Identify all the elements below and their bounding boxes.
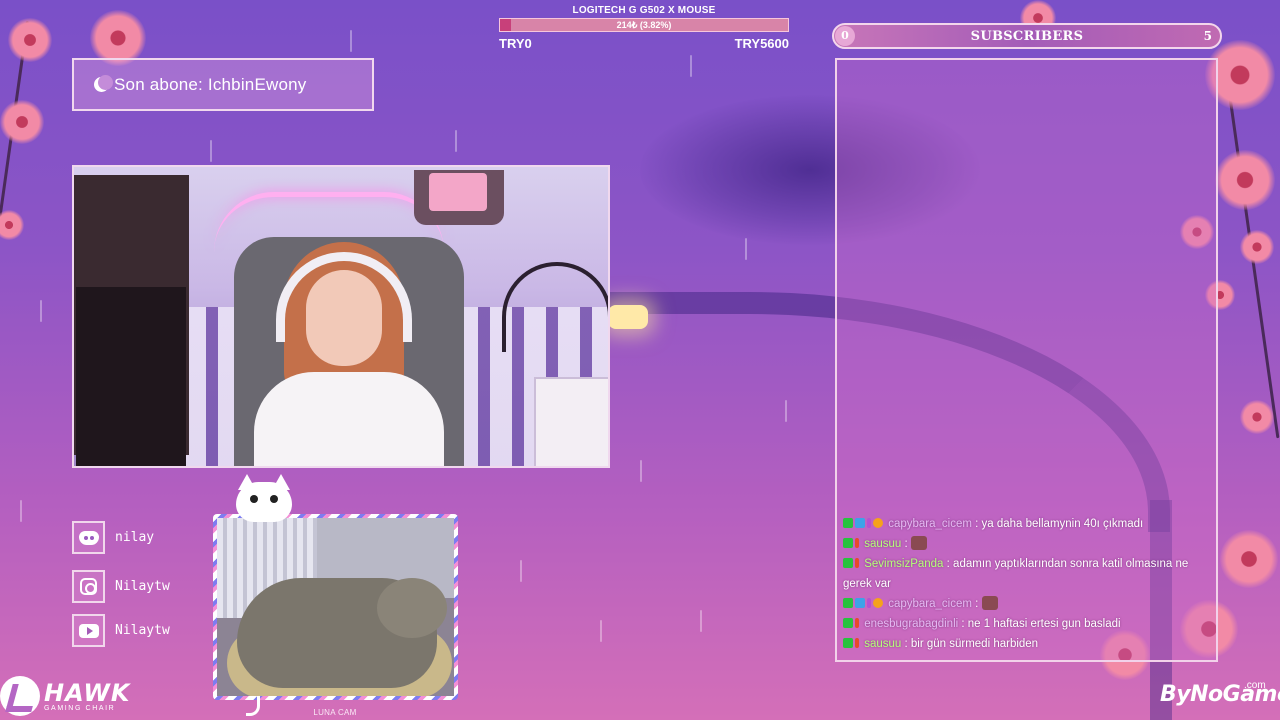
webcam-nightstand (534, 377, 608, 466)
rain-drop (600, 620, 602, 642)
webcam-feed (72, 165, 610, 468)
flower-decoration (1240, 400, 1274, 434)
chat-username[interactable]: enesbugrabagdinli (861, 618, 958, 630)
rain-drop (520, 560, 522, 582)
chat-username[interactable]: sausuu (861, 538, 901, 550)
flower-decoration (0, 210, 24, 240)
goal-min-label: TRY0 (499, 36, 532, 51)
green-badge-icon (843, 598, 853, 608)
chat-text: : (971, 598, 982, 610)
chat-username[interactable]: sausuu (861, 638, 901, 650)
orange-badge-icon (873, 598, 883, 608)
chat-username[interactable]: SevimsizPanda (861, 558, 943, 570)
green-badge-icon (843, 558, 853, 568)
chat-panel: capybara_cicem : ya daha bellamynin 40ı … (835, 58, 1218, 662)
webcam-headboard (502, 262, 608, 352)
goal-progress-bar: 214₺ (3.82%) (499, 18, 789, 32)
red-badge-icon (855, 558, 859, 568)
subscribers-label: SUBSCRIBERS (970, 29, 1084, 44)
chat-message: capybara_cicem : ya daha bellamynin 40ı … (843, 514, 1213, 534)
chat-text: : ya daha bellamynin 40ı çıkmadı (971, 518, 1144, 530)
bits-badge-icon (867, 518, 871, 528)
chat-text: : ne 1 haftasi ertesi gun basladi (958, 618, 1121, 630)
chat-message: sausuu : bir gün sürmedi harbiden (843, 634, 1213, 654)
webcam-streamer (254, 242, 444, 466)
goal-max-label: TRY5600 (734, 36, 789, 51)
hawk-logo: HAWK GAMING CHAIR (0, 676, 130, 716)
rain-drop (210, 140, 212, 162)
webcam-lamp-glow (429, 173, 487, 211)
social-label: Nilaytw (115, 579, 170, 594)
flower-decoration (1240, 230, 1274, 264)
chat-username[interactable]: capybara_cicem (885, 598, 972, 610)
goal-progress-text: 214₺ (3.82%) (616, 20, 672, 30)
chat-message-list: capybara_cicem : ya daha bellamynin 40ı … (843, 514, 1213, 654)
last-subscriber-box: Son abone: IchbinEwony (72, 58, 374, 111)
moon-icon (92, 74, 113, 94)
rain-drop (455, 130, 457, 152)
blue-badge-icon (855, 518, 865, 528)
chat-emote-icon (910, 536, 927, 550)
bynogame-domain: .com (1244, 680, 1266, 691)
orange-badge-icon (873, 518, 883, 528)
chat-text: : (901, 538, 911, 550)
social-label: Nilaytw (115, 623, 170, 638)
social-label: nilay (115, 530, 155, 545)
sleeping-cat-head (377, 578, 447, 638)
instagram-icon (80, 578, 97, 595)
green-badge-icon (843, 618, 853, 628)
rain-drop (690, 55, 692, 77)
discord-icon (78, 530, 99, 545)
cat-mascot-icon (232, 472, 296, 522)
cat-cam-label: LUNA CAM (313, 708, 357, 717)
subscribers-max: 5 (1203, 29, 1212, 43)
rain-drop (350, 30, 352, 52)
rain-drop (20, 500, 22, 522)
green-badge-icon (843, 538, 853, 548)
chat-emote-icon (981, 596, 998, 610)
background-lamp-light (608, 305, 648, 329)
blue-badge-icon (855, 598, 865, 608)
social-youtube: Nilaytw (72, 614, 170, 647)
green-badge-icon (843, 638, 853, 648)
chat-message: enesbugrabagdinli : ne 1 haftasi ertesi … (843, 614, 1213, 634)
rain-drop (40, 300, 42, 322)
social-instagram: Nilaytw (72, 570, 170, 603)
chat-message: sausuu : (843, 534, 1213, 554)
subscribers-goal-bar: 0 SUBSCRIBERS 5 (832, 23, 1222, 49)
goal-title: LOGITECH G G502 X MOUSE (572, 5, 716, 16)
cat-cam-feed (213, 514, 458, 700)
flower-decoration (1215, 150, 1275, 210)
green-badge-icon (843, 518, 853, 528)
bits-badge-icon (867, 598, 871, 608)
hawk-name: HAWK (44, 678, 131, 707)
chat-message: SevimsizPanda : adamın yaptıklarından so… (843, 554, 1213, 594)
chat-username[interactable]: capybara_cicem (885, 518, 972, 530)
red-badge-icon (855, 638, 859, 648)
cat-tail-decoration (246, 696, 260, 716)
youtube-icon (78, 623, 99, 638)
social-discord: nilay (72, 521, 154, 554)
hawk-emblem-icon (0, 676, 40, 716)
rain-drop (745, 238, 747, 260)
red-badge-icon (855, 618, 859, 628)
flower-decoration (1220, 530, 1278, 588)
webcam-dresser-dark (76, 287, 186, 466)
rain-drop (785, 400, 787, 422)
flower-decoration (8, 18, 52, 62)
last-subscriber-text: Son abone: IchbinEwony (114, 74, 307, 94)
rain-drop (700, 610, 702, 632)
chat-text: : bir gün sürmedi harbiden (901, 638, 1039, 650)
flower-decoration (0, 100, 44, 144)
red-badge-icon (855, 538, 859, 548)
rain-drop (640, 460, 642, 482)
chat-message: capybara_cicem : (843, 594, 1213, 614)
